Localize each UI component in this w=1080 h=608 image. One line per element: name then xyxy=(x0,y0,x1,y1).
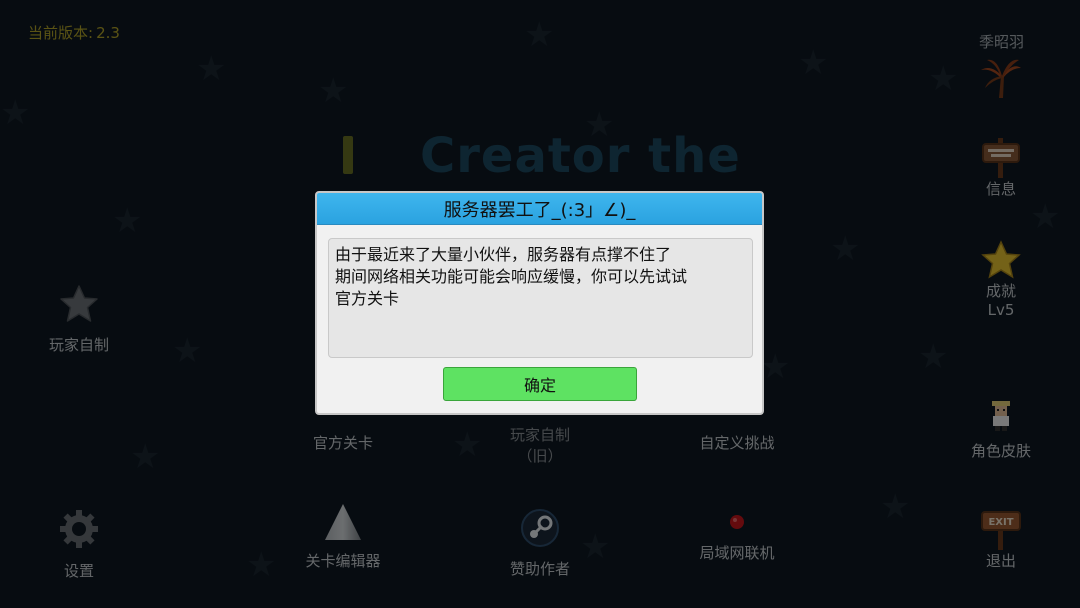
dialog-message-line: 期间网络相关功能可能会响应缓慢，你可以先试试 xyxy=(335,267,688,286)
dialog-message-line: 官方关卡 xyxy=(335,289,400,308)
dialog-message: 由于最近来了大量小伙伴，服务器有点撑不住了 期间网络相关功能可能会响应缓慢，你可… xyxy=(328,238,753,358)
ok-button[interactable]: 确定 xyxy=(443,367,637,401)
dialog-title: 服务器罢工了_(:3」∠)_ xyxy=(317,193,762,225)
dialog-message-line: 由于最近来了大量小伙伴，服务器有点撑不住了 xyxy=(335,245,672,264)
server-notice-dialog: 服务器罢工了_(:3」∠)_ 由于最近来了大量小伙伴，服务器有点撑不住了 期间网… xyxy=(315,191,764,415)
